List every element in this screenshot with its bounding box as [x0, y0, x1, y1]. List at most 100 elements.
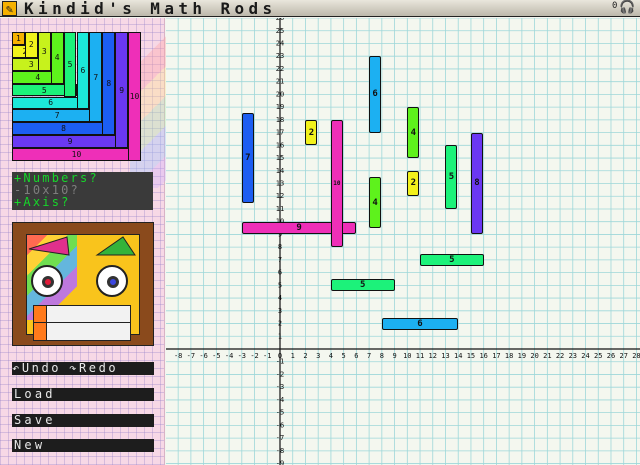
- x-tick-label: 25: [594, 352, 602, 360]
- staircase-rod-v-8[interactable]: 8: [102, 32, 116, 136]
- redo-button[interactable]: ↷Redo: [69, 362, 118, 375]
- undo-redo-bar: ↶Undo ↷Redo: [12, 362, 154, 375]
- pencil-icon[interactable]: ✎: [2, 1, 17, 16]
- staircase-rod-v-9[interactable]: 9: [115, 32, 129, 149]
- save-button[interactable]: Save: [12, 414, 154, 427]
- x-tick-label: 28: [632, 352, 640, 360]
- y-tick-label: -2: [276, 370, 284, 378]
- x-tick-label: 23: [569, 352, 577, 360]
- x-tick-label: 11: [416, 352, 424, 360]
- x-tick-label: 16: [479, 352, 487, 360]
- math-rod-5[interactable]: 5: [445, 145, 458, 209]
- staircase-rod-v-5[interactable]: 5: [63, 32, 77, 97]
- staircase-rod-v-6[interactable]: 6: [76, 32, 90, 110]
- staircase-rod-h-10[interactable]: 10: [12, 148, 141, 161]
- toggle-axis[interactable]: +Axis?: [12, 196, 153, 208]
- title-bar: ✎ Kindid's Math Rods 0 🎧: [0, 0, 640, 18]
- x-tick-label: 27: [619, 352, 627, 360]
- x-tick-label: 6: [354, 352, 358, 360]
- y-tick-label: 14: [276, 167, 284, 175]
- y-tick-label: 19: [276, 103, 284, 111]
- y-tick-label: 24: [276, 39, 284, 47]
- y-tick-label: 2: [278, 320, 282, 328]
- app-title: Kindid's Math Rods: [24, 0, 277, 18]
- y-tick-label: -8: [276, 447, 284, 455]
- undo-button[interactable]: ↶Undo: [12, 362, 61, 375]
- x-tick-label: 3: [316, 352, 320, 360]
- x-tick-label: -7: [187, 352, 195, 360]
- math-rod-2[interactable]: 2: [305, 119, 318, 146]
- x-tick-label: 22: [556, 352, 564, 360]
- y-tick-label: 21: [276, 78, 284, 86]
- y-tick-label: 1: [278, 332, 282, 340]
- robot-face: [12, 222, 154, 346]
- y-tick-label: 5: [278, 281, 282, 289]
- math-rod-2[interactable]: 2: [407, 170, 420, 197]
- y-tick-label: 18: [276, 116, 284, 124]
- x-tick-label: 14: [454, 352, 462, 360]
- y-tick-label: 12: [276, 192, 284, 200]
- y-tick-label: 11: [276, 205, 284, 213]
- coordinate-grid: -8 -7 -6 -5 -4 -3 -2 -1 0 1 2 3 4 5 6 7 8 9 10 11 12 13 14 15 16…: [166, 18, 640, 465]
- rod-staircase[interactable]: 122334455667788991010: [12, 32, 155, 161]
- y-tick-label: 4: [278, 294, 282, 302]
- x-tick-label: 24: [581, 352, 589, 360]
- math-rod-4[interactable]: 4: [369, 177, 382, 229]
- grid-canvas[interactable]: -8 -7 -6 -5 -4 -3 -2 -1 0 1 2 3 4 5 6 7 8 9 10 11 12 13 14 15 16…: [166, 18, 640, 465]
- x-tick-label: 17: [492, 352, 500, 360]
- x-tick-label: 1: [291, 352, 295, 360]
- y-tick-label: 23: [276, 52, 284, 60]
- staircase-rod-v-7[interactable]: 7: [89, 32, 103, 123]
- x-tick-label: 2: [303, 352, 307, 360]
- x-tick-label: 9: [392, 352, 396, 360]
- y-tick-label: 22: [276, 65, 284, 73]
- y-tick-label: 6: [278, 269, 282, 277]
- math-rod-10[interactable]: 10: [330, 119, 343, 248]
- y-tick-label: 25: [276, 27, 284, 35]
- x-tick-label: 21: [543, 352, 551, 360]
- staircase-rod-v-3[interactable]: 3: [37, 32, 51, 71]
- math-rod-4[interactable]: 4: [407, 107, 420, 159]
- y-tick-label: 8: [278, 243, 282, 251]
- math-rod-8[interactable]: 8: [470, 132, 483, 235]
- x-tick-label: -8: [174, 352, 182, 360]
- math-rod-5[interactable]: 5: [420, 253, 484, 266]
- x-tick-label: 5: [342, 352, 346, 360]
- staircase-rod-v-10[interactable]: 10: [128, 32, 141, 161]
- y-tick-label: 17: [276, 129, 284, 137]
- x-tick-label: 8: [380, 352, 384, 360]
- math-rod-5[interactable]: 5: [330, 279, 395, 292]
- x-tick-label: -1: [263, 352, 271, 360]
- math-rod-6[interactable]: 6: [369, 56, 382, 133]
- headphones-icon[interactable]: 🎧: [619, 1, 635, 15]
- y-tick-label: -3: [276, 383, 284, 391]
- load-button[interactable]: Load: [12, 388, 154, 401]
- mouth: [33, 305, 131, 341]
- x-tick-label: -4: [225, 352, 233, 360]
- y-tick-label: 16: [276, 141, 284, 149]
- y-tick-label: 7: [278, 256, 282, 264]
- staircase-rod-v-4[interactable]: 4: [50, 32, 64, 84]
- staircase-rod-h-9[interactable]: 9: [12, 135, 129, 149]
- x-tick-label: 7: [367, 352, 371, 360]
- counter: 0: [612, 1, 618, 11]
- x-tick-label: -6: [199, 352, 207, 360]
- staircase-rod-h-1[interactable]: 1: [12, 32, 25, 45]
- y-tick-label: -1: [276, 358, 284, 366]
- y-tick-label: 26: [276, 18, 284, 22]
- right-eye: [96, 265, 128, 297]
- y-tick-label: -9: [276, 460, 284, 465]
- x-tick-label: 10: [403, 352, 411, 360]
- staircase-rod-h-8[interactable]: 8: [12, 122, 116, 136]
- x-tick-label: 4: [329, 352, 333, 360]
- math-rod-7[interactable]: 7: [241, 113, 254, 203]
- y-tick-label: 20: [276, 90, 284, 98]
- x-tick-label: 13: [441, 352, 449, 360]
- left-eye: [31, 265, 63, 297]
- math-rod-6[interactable]: 6: [381, 317, 459, 330]
- left-eyebrow: [28, 236, 70, 256]
- staircase-rod-v-2[interactable]: 2: [24, 32, 38, 58]
- new-button[interactable]: New: [12, 439, 154, 452]
- y-tick-label: 15: [276, 154, 284, 162]
- y-tick-label: 13: [276, 180, 284, 188]
